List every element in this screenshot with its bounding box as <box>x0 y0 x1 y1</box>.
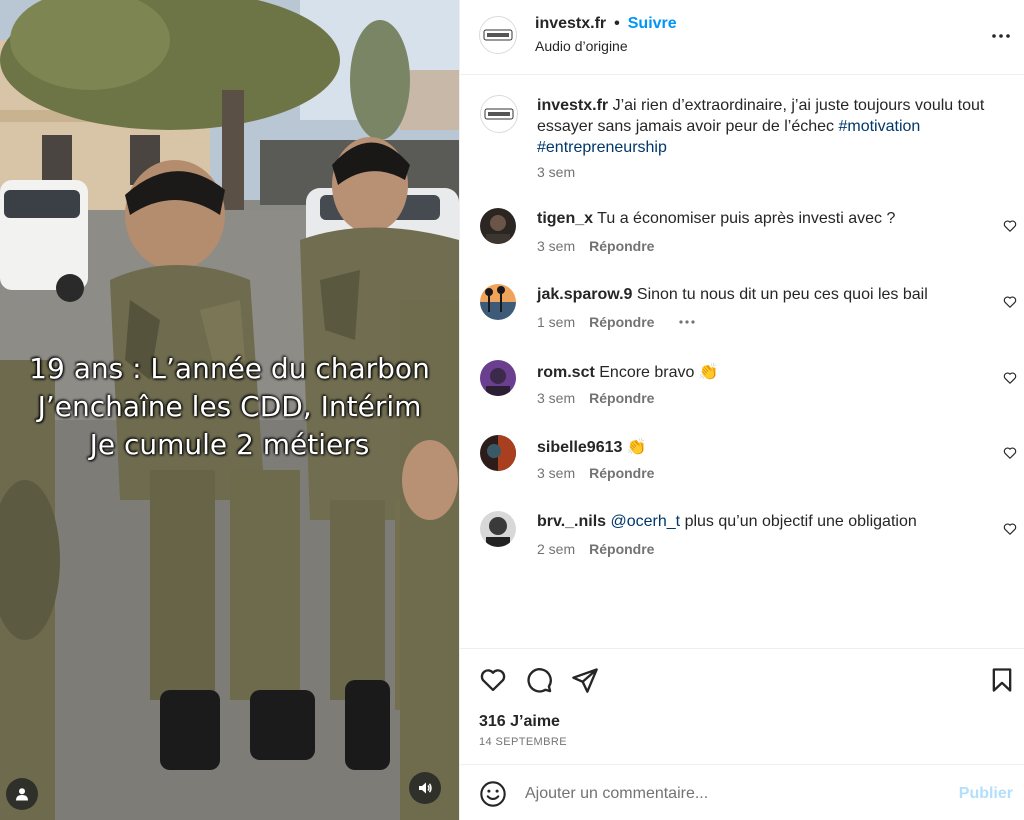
follow-button[interactable]: Suivre <box>628 15 677 33</box>
caption-username[interactable]: investx.fr <box>537 97 608 114</box>
comment-time[interactable]: 3 sem <box>537 390 575 406</box>
hashtag-motivation[interactable]: #motivation <box>838 118 920 135</box>
comment-more-icon[interactable] <box>678 319 696 325</box>
post-panel: investx.fr • Suivre Audio d’origine inve… <box>459 0 1024 820</box>
comment-text: tigen_x Tu a économiser puis après inves… <box>537 210 895 228</box>
avatar[interactable] <box>480 435 516 471</box>
comment-text: sibelle9613 👏 <box>537 437 647 457</box>
avatar[interactable] <box>480 360 516 396</box>
comment-body: Encore bravo 👏 <box>599 364 719 381</box>
video-caption-overlay: 19 ans : L’année du charbon J’enchaîne l… <box>0 350 459 464</box>
audio-label[interactable]: Audio d’origine <box>535 38 628 54</box>
overlay-line-3: Je cumule 2 métiers <box>89 428 370 461</box>
comment-username[interactable]: rom.sct <box>537 364 595 381</box>
comment-text: jak.sparow.9 Sinon tu nous dit un peu ce… <box>537 286 928 304</box>
investx-logo-icon <box>484 108 514 120</box>
reply-button[interactable]: Répondre <box>589 314 654 330</box>
more-options-icon[interactable] <box>989 24 1013 48</box>
comment-item: jak.sparow.9 Sinon tu nous dit un peu ce… <box>460 284 1024 356</box>
comment-body: plus qu’un objectif une obligation <box>680 513 917 530</box>
reply-button[interactable]: Répondre <box>589 465 654 481</box>
comment-item: sibelle9613 👏 3 sem Répondre <box>460 435 1024 507</box>
comment-time[interactable]: 3 sem <box>537 238 575 254</box>
comment-username[interactable]: sibelle9613 <box>537 439 622 456</box>
caption-avatar[interactable] <box>480 95 518 133</box>
emoji-icon[interactable] <box>479 780 507 808</box>
investx-logo-icon <box>483 29 513 41</box>
user-icon <box>16 788 28 801</box>
comment-body: 👏 <box>626 439 647 456</box>
comment-username[interactable]: brv._.nils <box>537 513 606 530</box>
like-comment-heart-icon[interactable] <box>1003 522 1017 536</box>
comment-bubble-icon[interactable] <box>525 666 553 694</box>
share-paper-plane-icon[interactable] <box>571 666 599 694</box>
header-username[interactable]: investx.fr <box>535 15 606 33</box>
separator-dot: • <box>614 15 620 32</box>
audio-toggle-button[interactable] <box>409 772 441 804</box>
reply-button[interactable]: Répondre <box>589 238 654 254</box>
like-heart-icon[interactable] <box>479 666 507 694</box>
comment-username[interactable]: tigen_x <box>537 210 593 227</box>
overlay-line-2: J’enchaîne les CDD, Intérim <box>37 390 422 423</box>
like-comment-heart-icon[interactable] <box>1003 219 1017 233</box>
like-comment-heart-icon[interactable] <box>1003 371 1017 385</box>
comment-time[interactable]: 2 sem <box>537 541 575 557</box>
comment-mention[interactable]: @ocerh_t <box>611 513 681 530</box>
comment-time[interactable]: 1 sem <box>537 314 575 330</box>
comment-item: rom.sct Encore bravo 👏 3 sem Répondre <box>460 360 1024 432</box>
avatar[interactable] <box>480 208 516 244</box>
comment-item: tigen_x Tu a économiser puis après inves… <box>460 208 1024 280</box>
post-date[interactable]: 14 SEPTEMBRE <box>479 736 567 748</box>
comment-text: brv._.nils @ocerh_t plus qu’un objectif … <box>537 513 917 531</box>
caption-text: investx.fr J’ai rien d’extraordinaire, j… <box>537 95 987 158</box>
comment-text: rom.sct Encore bravo 👏 <box>537 362 719 382</box>
speaker-icon <box>419 782 432 794</box>
tagged-users-button[interactable] <box>6 778 38 810</box>
hashtag-entrepreneurship[interactable]: #entrepreneurship <box>537 139 667 156</box>
like-comment-heart-icon[interactable] <box>1003 295 1017 309</box>
reply-button[interactable]: Répondre <box>589 541 654 557</box>
comment-body: Tu a économiser puis après investi avec … <box>597 210 896 227</box>
caption-time[interactable]: 3 sem <box>537 164 575 180</box>
avatar[interactable] <box>479 16 517 54</box>
comment-username[interactable]: jak.sparow.9 <box>537 286 632 303</box>
comment-body: Sinon tu nous dit un peu ces quoi les ba… <box>636 286 928 303</box>
like-comment-heart-icon[interactable] <box>1003 446 1017 460</box>
publish-button[interactable]: Publier <box>959 785 1013 803</box>
add-comment-bar: Publier <box>460 764 1024 820</box>
likes-count[interactable]: 316 J’aime <box>479 713 560 731</box>
post-media[interactable]: 19 ans : L’année du charbon J’enchaîne l… <box>0 0 459 820</box>
post-header: investx.fr • Suivre Audio d’origine <box>460 0 1024 75</box>
overlay-line-1: 19 ans : L’année du charbon <box>29 352 430 385</box>
reply-button[interactable]: Répondre <box>589 390 654 406</box>
avatar[interactable] <box>480 284 516 320</box>
avatar[interactable] <box>480 511 516 547</box>
comment-time[interactable]: 3 sem <box>537 465 575 481</box>
post-actions: 316 J’aime 14 SEPTEMBRE <box>460 648 1024 764</box>
bookmark-icon[interactable] <box>988 666 1016 694</box>
comment-input[interactable] <box>525 779 925 809</box>
comment-item: brv._.nils @ocerh_t plus qu’un objectif … <box>460 511 1024 583</box>
